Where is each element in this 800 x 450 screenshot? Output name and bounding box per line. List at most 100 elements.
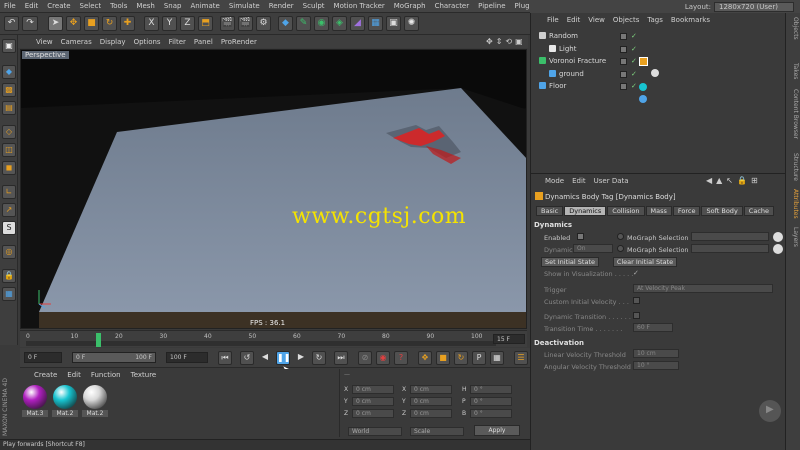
tab-force[interactable]: Force xyxy=(672,206,701,216)
solo-icon[interactable]: ◎ xyxy=(2,245,16,259)
next-key-icon[interactable]: ↻ xyxy=(312,351,326,365)
menu-item-select[interactable]: Select xyxy=(80,2,102,10)
custom-initial-velocity-checkbox[interactable] xyxy=(633,297,640,304)
frame-range-slider[interactable]: 0 F 100 F xyxy=(72,352,156,363)
angular-velocity-field[interactable]: 10 ° xyxy=(633,361,679,370)
make-editable-icon[interactable]: ▣ xyxy=(2,39,16,53)
side-tab-objects[interactable]: Objects xyxy=(788,17,799,40)
ground-material-tag-icon[interactable] xyxy=(639,83,647,91)
tab-cache[interactable]: Cache xyxy=(743,206,775,216)
camera-icon[interactable]: ▣ xyxy=(386,16,401,31)
material-menu-edit[interactable]: Edit xyxy=(67,371,81,379)
set-initial-state-button[interactable]: Set Initial State xyxy=(541,257,599,267)
cube-icon[interactable]: ◆ xyxy=(278,16,293,31)
tab-mass[interactable]: Mass xyxy=(645,206,672,216)
coord-size-field[interactable]: 0 cm xyxy=(410,397,452,406)
3d-viewport[interactable] xyxy=(20,49,527,329)
start-frame-field[interactable]: 0 F xyxy=(24,352,62,363)
viewport-menu-cameras[interactable]: Cameras xyxy=(61,38,92,46)
add-icon[interactable]: ✚ xyxy=(120,16,135,31)
object-menu-tags[interactable]: Tags xyxy=(647,16,663,24)
viewport-menu-prorender[interactable]: ProRender xyxy=(221,38,257,46)
mograph-selection-pick-icon-2[interactable] xyxy=(773,244,783,254)
menu-item-snap[interactable]: Snap xyxy=(164,2,182,10)
material-tag-icon[interactable] xyxy=(651,69,659,77)
side-tab-content-browser[interactable]: Content Browser xyxy=(788,89,799,139)
apply-button[interactable]: Apply xyxy=(474,425,520,436)
object-visibility-toggle[interactable] xyxy=(620,58,627,65)
coord-rot-field[interactable]: 0 ° xyxy=(470,397,512,406)
key-position-icon[interactable]: ✥ xyxy=(418,351,432,365)
menu-item-mesh[interactable]: Mesh xyxy=(136,2,154,10)
viewport-menu-options[interactable]: Options xyxy=(134,38,161,46)
material-swatch[interactable]: Mat.2 xyxy=(82,385,108,417)
coordinate-system-icon[interactable]: ⬒ xyxy=(198,16,213,31)
tweak-mode-icon[interactable]: ↗ xyxy=(2,203,16,217)
keyframe-help-icon[interactable]: ? xyxy=(394,351,408,365)
redo-icon[interactable]: ↷ xyxy=(22,16,38,31)
mograph-selection-pick-icon-1[interactable] xyxy=(773,232,783,242)
object-row-floor[interactable]: Floor ✓ xyxy=(535,81,783,93)
object-enabled-check[interactable]: ✓ xyxy=(631,81,637,92)
texture-mode-icon[interactable]: ▩ xyxy=(2,83,16,97)
render-view-icon[interactable]: 🎬 xyxy=(220,16,235,31)
side-tab-attributes[interactable]: Attributes xyxy=(788,189,799,219)
floor-tag-icon[interactable] xyxy=(639,95,647,103)
linear-velocity-field[interactable]: 10 cm xyxy=(633,349,679,358)
subdivision-icon[interactable]: ◉ xyxy=(314,16,329,31)
timeline-window-icon[interactable]: ☰ xyxy=(514,351,528,365)
autokey-icon[interactable]: ◉ xyxy=(376,351,390,365)
coord-pos-field[interactable]: 0 cm xyxy=(352,409,394,418)
object-row-voronoi-fracture[interactable]: Voronoi Fracture ✓ xyxy=(535,56,783,68)
menu-item-sculpt[interactable]: Sculpt xyxy=(303,2,325,10)
dynamics-tag-icon[interactable] xyxy=(639,57,648,66)
menu-item-render[interactable]: Render xyxy=(269,2,294,10)
next-frame-icon[interactable]: ▶ xyxy=(294,351,308,365)
menu-item-animate[interactable]: Animate xyxy=(190,2,219,10)
y-axis-icon[interactable]: Y xyxy=(162,16,177,31)
object-enabled-check[interactable]: ✓ xyxy=(631,56,637,67)
viewport-menu-filter[interactable]: Filter xyxy=(169,38,186,46)
menu-item-motion-tracker[interactable]: Motion Tracker xyxy=(334,2,385,10)
previous-frame-icon[interactable]: ◀ xyxy=(258,351,272,365)
scale-icon[interactable]: ■ xyxy=(84,16,99,31)
polygons-mode-icon[interactable]: ◼ xyxy=(2,161,16,175)
mograph-selection-field-2[interactable] xyxy=(691,244,769,253)
menu-item-simulate[interactable]: Simulate xyxy=(229,2,260,10)
tab-soft-body[interactable]: Soft Body xyxy=(701,206,743,216)
side-tab-structure[interactable]: Structure xyxy=(788,153,799,181)
object-menu-view[interactable]: View xyxy=(588,16,605,24)
array-icon[interactable]: ◈ xyxy=(332,16,347,31)
render-picture-viewer-icon[interactable]: 🎬 xyxy=(238,16,253,31)
rotate-icon[interactable]: ↻ xyxy=(102,16,117,31)
dynamic-select[interactable]: On xyxy=(573,244,613,253)
coord-rot-field[interactable]: 0 ° xyxy=(470,385,512,394)
go-to-start-icon[interactable]: ⏮ xyxy=(218,351,232,365)
x-axis-icon[interactable]: X xyxy=(144,16,159,31)
side-tab-layers[interactable]: Layers xyxy=(788,227,799,247)
dynamic-transition-checkbox[interactable] xyxy=(633,312,640,319)
side-tab-takes[interactable]: Takes xyxy=(788,63,799,79)
viewport-menu-panel[interactable]: Panel xyxy=(194,38,213,46)
object-enabled-check[interactable]: ✓ xyxy=(631,69,637,80)
clear-initial-state-button[interactable]: Clear Initial State xyxy=(613,257,677,267)
trigger-select[interactable]: At Velocity Peak xyxy=(633,284,773,293)
object-row-ground[interactable]: ground ✓ xyxy=(535,69,783,81)
coord-size-field[interactable]: 0 cm xyxy=(410,385,452,394)
material-menu-create[interactable]: Create xyxy=(34,371,57,379)
playhead[interactable] xyxy=(96,333,101,347)
model-mode-icon[interactable]: ◆ xyxy=(2,65,16,79)
record-disabled-icon[interactable]: ⊘ xyxy=(358,351,372,365)
menu-item-tools[interactable]: Tools xyxy=(110,2,127,10)
floor-icon[interactable]: ▦ xyxy=(368,16,383,31)
coord-mode-world[interactable]: World xyxy=(348,427,402,436)
deformer-icon[interactable]: ◢ xyxy=(350,16,365,31)
timeline[interactable]: 15 F 0 10 20 30 40 50 60 70 80 90 100 xyxy=(20,330,527,347)
object-enabled-check[interactable]: ✓ xyxy=(631,31,637,42)
material-menu-function[interactable]: Function xyxy=(91,371,121,379)
coord-mode-scale[interactable]: Scale xyxy=(410,427,464,436)
menu-item-create[interactable]: Create xyxy=(47,2,70,10)
mograph-radio-1[interactable] xyxy=(617,233,624,240)
viewport-menu-view[interactable]: View xyxy=(36,38,53,46)
workplane-icon[interactable]: ▤ xyxy=(2,101,16,115)
